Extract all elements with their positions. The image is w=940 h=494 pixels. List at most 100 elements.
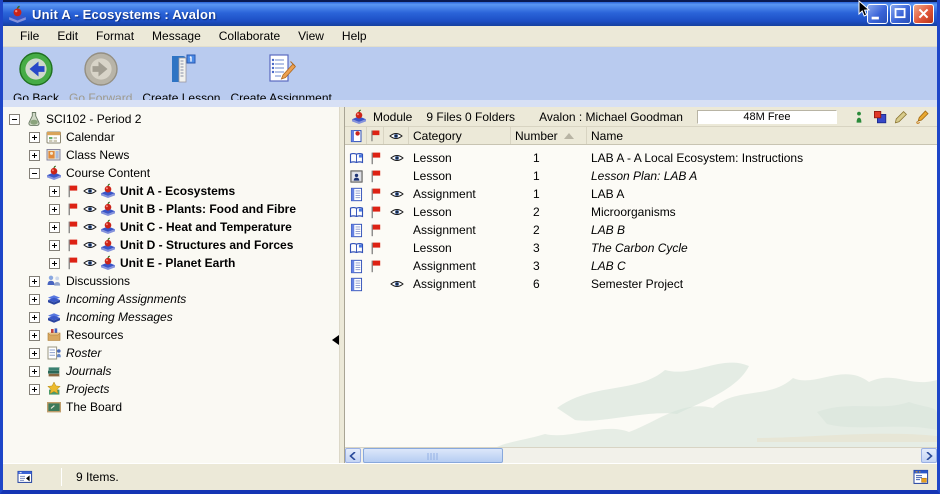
- person-icon[interactable]: [852, 110, 866, 124]
- content-area: SCI102 - Period 2 Calendar Class News Co…: [3, 107, 937, 463]
- tree-item-label: Discussions: [66, 274, 130, 288]
- column-flag[interactable]: [367, 127, 384, 144]
- menu-file[interactable]: File: [11, 27, 48, 45]
- eye-icon: [390, 205, 404, 219]
- expander-icon[interactable]: [29, 294, 40, 305]
- menu-view[interactable]: View: [289, 27, 333, 45]
- scrollbar-thumb[interactable]: [363, 448, 503, 463]
- window-layout-icon[interactable]: [913, 469, 929, 485]
- column-number[interactable]: Number: [511, 127, 587, 144]
- tree-item-class-news[interactable]: Class News: [3, 146, 339, 164]
- expander-icon[interactable]: [49, 204, 60, 215]
- title-bar: Unit A - Ecosystems : Avalon: [3, 0, 937, 26]
- menu-edit[interactable]: Edit: [48, 27, 87, 45]
- expander-icon[interactable]: [9, 114, 20, 125]
- expander-icon[interactable]: [29, 312, 40, 323]
- pane-toggle-icon[interactable]: [17, 469, 33, 485]
- pen-icon[interactable]: [915, 110, 929, 124]
- board-icon: [46, 399, 62, 415]
- expander-icon[interactable]: [29, 348, 40, 359]
- roster-icon: [46, 345, 62, 361]
- tree-item-unit-c-heat-and-temperature[interactable]: Unit C - Heat and Temperature: [3, 218, 339, 236]
- list-row-the-carbon-cycle[interactable]: Lesson 3 The Carbon Cycle: [345, 239, 937, 257]
- cell-number: 2: [511, 223, 587, 237]
- menu-collaborate[interactable]: Collaborate: [210, 27, 289, 45]
- menu-message[interactable]: Message: [143, 27, 210, 45]
- expander-icon[interactable]: [29, 330, 40, 341]
- projects-icon: [46, 381, 62, 397]
- expander-icon[interactable]: [49, 222, 60, 233]
- menu-format[interactable]: Format: [87, 27, 143, 45]
- expander-icon[interactable]: [29, 276, 40, 287]
- collapse-panel-icon[interactable]: [332, 335, 339, 345]
- column-name[interactable]: Name: [587, 127, 937, 144]
- scrollbar-track[interactable]: [361, 448, 921, 463]
- flag-icon: [369, 187, 383, 201]
- cell-number: 6: [511, 277, 587, 291]
- tree-item-unit-d-structures-and-forces[interactable]: Unit D - Structures and Forces: [3, 236, 339, 254]
- tree-item-unit-a-ecosystems[interactable]: Unit A - Ecosystems: [3, 182, 339, 200]
- tree-item-label: Roster: [66, 346, 101, 360]
- expander-icon[interactable]: [29, 132, 40, 143]
- pencil-icon[interactable]: [894, 110, 908, 124]
- close-button[interactable]: [913, 4, 934, 24]
- server-user-label: Avalon : Michael Goodman: [539, 110, 683, 124]
- go-back-button[interactable]: Go Back: [9, 50, 63, 106]
- cell-category: Assignment: [409, 277, 511, 291]
- lesson-book-icon: [349, 205, 364, 220]
- menu-help[interactable]: Help: [333, 27, 376, 45]
- tree-item-sci102-period-2[interactable]: SCI102 - Period 2: [3, 110, 339, 128]
- list-row-lab-b[interactable]: Assignment 2 LAB B: [345, 221, 937, 239]
- tree-item-incoming-messages[interactable]: Incoming Messages: [3, 308, 339, 326]
- expander-icon[interactable]: [49, 258, 60, 269]
- list-row-semester-project[interactable]: Assignment 6 Semester Project: [345, 275, 937, 293]
- cell-name: Semester Project: [587, 277, 937, 291]
- tree-item-resources[interactable]: Resources: [3, 326, 339, 344]
- list-row-lesson-plan-lab-a[interactable]: Lesson 1 Lesson Plan: LAB A: [345, 167, 937, 185]
- eye-icon: [390, 277, 404, 291]
- panel-header: Module 9 Files 0 Folders Avalon : Michae…: [345, 107, 937, 127]
- flag-icon: [66, 256, 80, 270]
- flag-icon: [369, 151, 383, 165]
- tree-item-incoming-assignments[interactable]: Incoming Assignments: [3, 290, 339, 308]
- create-assignment-button[interactable]: Create Assignment: [226, 50, 335, 106]
- list-row-microorganisms[interactable]: Lesson 2 Microorganisms: [345, 203, 937, 221]
- maximize-button[interactable]: [890, 4, 911, 24]
- scroll-right-button[interactable]: [921, 448, 937, 463]
- tree-item-label: SCI102 - Period 2: [46, 112, 141, 126]
- list-row-lab-a-a-local-ecosystem-instructions[interactable]: Lesson 1 LAB A - A Local Ecosystem: Inst…: [345, 149, 937, 167]
- create-lesson-button[interactable]: Create Lesson: [138, 50, 224, 106]
- flag-icon: [369, 169, 383, 183]
- cell-category: Lesson: [409, 241, 511, 255]
- tree-item-the-board[interactable]: The Board: [3, 398, 339, 416]
- tree-item-unit-b-plants-food-and-fibre[interactable]: Unit B - Plants: Food and Fibre: [3, 200, 339, 218]
- app-window: Unit A - Ecosystems : Avalon FileEditFor…: [0, 0, 940, 494]
- eye-icon: [83, 202, 97, 216]
- scroll-left-button[interactable]: [345, 448, 361, 463]
- course-content-icon: [100, 183, 116, 199]
- tree-item-unit-e-planet-earth[interactable]: Unit E - Planet Earth: [3, 254, 339, 272]
- expander-icon[interactable]: [29, 168, 40, 179]
- file-list: Lesson 1 LAB A - A Local Ecosystem: Inst…: [345, 145, 937, 293]
- tree-item-projects[interactable]: Projects: [3, 380, 339, 398]
- tree-item-discussions[interactable]: Discussions: [3, 272, 339, 290]
- layers-icon[interactable]: [873, 110, 887, 124]
- toolbar-button-label: Go Back: [13, 91, 59, 105]
- tree-item-course-content[interactable]: Course Content: [3, 164, 339, 182]
- tree-item-roster[interactable]: Roster: [3, 344, 339, 362]
- column-eye[interactable]: [384, 127, 409, 144]
- column-category[interactable]: Category: [409, 127, 511, 144]
- tree-item-label: Class News: [66, 148, 129, 162]
- expander-icon[interactable]: [29, 384, 40, 395]
- status-separator: [61, 468, 62, 486]
- expander-icon[interactable]: [49, 186, 60, 197]
- eye-column-icon: [389, 129, 403, 143]
- expander-icon[interactable]: [29, 150, 40, 161]
- list-row-lab-a[interactable]: Assignment 1 LAB A: [345, 185, 937, 203]
- tree-item-calendar[interactable]: Calendar: [3, 128, 339, 146]
- expander-icon[interactable]: [49, 240, 60, 251]
- list-row-lab-c[interactable]: Assignment 3 LAB C: [345, 257, 937, 275]
- tree-item-journals[interactable]: Journals: [3, 362, 339, 380]
- expander-icon[interactable]: [29, 366, 40, 377]
- column-item-type[interactable]: [345, 127, 367, 144]
